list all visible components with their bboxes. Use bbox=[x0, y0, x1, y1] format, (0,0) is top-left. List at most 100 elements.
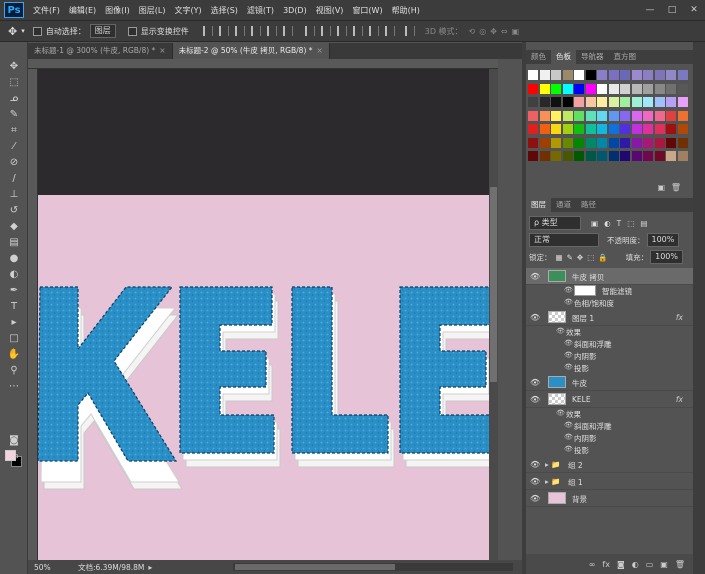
trash-icon[interactable]: 🗑 bbox=[671, 183, 681, 192]
visibility-eye-icon[interactable]: 👁 bbox=[564, 433, 573, 441]
layer-effect-item[interactable]: 👁 斜面和浮雕 bbox=[526, 338, 693, 350]
filter-adjust-icon[interactable]: ◐ bbox=[604, 219, 611, 228]
color-swatch[interactable] bbox=[574, 97, 584, 107]
quick-select-tool-icon[interactable]: ✎ bbox=[6, 108, 22, 122]
lock-pixels-icon[interactable]: ✎ bbox=[567, 253, 573, 262]
color-swatch[interactable] bbox=[585, 70, 596, 80]
lock-all-icon[interactable]: 🔒 bbox=[598, 253, 607, 262]
menu-select[interactable]: 选择(S) bbox=[211, 5, 238, 16]
color-swatch[interactable] bbox=[666, 151, 676, 161]
layer-row[interactable]: 👁 KELE fx bbox=[526, 391, 693, 408]
layer-row[interactable]: 👁 背景 bbox=[526, 490, 693, 507]
color-swatch[interactable] bbox=[631, 70, 642, 80]
color-swatch[interactable] bbox=[608, 97, 619, 107]
align-left-icon[interactable] bbox=[250, 26, 261, 36]
distribute-bottom-icon[interactable] bbox=[336, 26, 347, 36]
layer-row[interactable]: 👁 牛皮 拷贝 bbox=[526, 268, 693, 285]
filter-pixel-icon[interactable]: ▣ bbox=[591, 219, 598, 228]
color-swatch[interactable] bbox=[677, 137, 688, 148]
align-bottom-icon[interactable] bbox=[234, 26, 245, 36]
visibility-eye-icon[interactable]: 👁 bbox=[556, 409, 565, 417]
color-swatch[interactable] bbox=[551, 151, 561, 161]
type-tool-icon[interactable]: T bbox=[6, 300, 22, 314]
color-swatch[interactable] bbox=[528, 83, 538, 94]
tab-swatches[interactable]: 色板 bbox=[551, 50, 576, 64]
tab-navigator[interactable]: 导航器 bbox=[576, 50, 609, 64]
color-swatch[interactable] bbox=[608, 110, 619, 121]
color-swatch[interactable] bbox=[666, 83, 676, 94]
color-swatch[interactable] bbox=[539, 97, 550, 107]
color-swatch[interactable] bbox=[574, 124, 584, 134]
crop-tool-icon[interactable]: ⌗ bbox=[6, 124, 22, 138]
filter-type-icon[interactable]: T bbox=[617, 219, 622, 228]
color-swatch[interactable] bbox=[631, 151, 642, 161]
color-swatch[interactable] bbox=[551, 70, 561, 80]
visibility-eye-icon[interactable]: 👁 bbox=[530, 460, 540, 469]
color-swatch[interactable] bbox=[574, 151, 584, 161]
menu-view[interactable]: 视图(V) bbox=[316, 5, 344, 16]
color-swatch[interactable] bbox=[620, 70, 630, 80]
color-swatch[interactable] bbox=[539, 151, 550, 161]
align-hcenter-icon[interactable] bbox=[266, 26, 277, 36]
color-swatch[interactable] bbox=[677, 110, 688, 121]
dodge-tool-icon[interactable]: ◐ bbox=[6, 268, 22, 282]
canvas-vertical-scrollbar[interactable] bbox=[489, 69, 498, 560]
color-swatch[interactable] bbox=[539, 83, 550, 94]
color-swatch[interactable] bbox=[666, 137, 676, 148]
color-swatch[interactable] bbox=[631, 137, 642, 148]
new-layer-icon[interactable]: ▣ bbox=[660, 560, 668, 569]
color-swatch[interactable] bbox=[551, 137, 561, 148]
color-swatch[interactable] bbox=[666, 97, 676, 107]
color-swatch[interactable] bbox=[631, 110, 642, 121]
color-swatch[interactable] bbox=[574, 137, 584, 148]
menu-window[interactable]: 窗口(W) bbox=[352, 5, 382, 16]
layer-fx-badge[interactable]: fx bbox=[676, 395, 683, 404]
color-swatch[interactable] bbox=[643, 137, 653, 148]
visibility-eye-icon[interactable]: 👁 bbox=[530, 395, 540, 404]
color-swatch[interactable] bbox=[631, 83, 642, 94]
color-swatch[interactable] bbox=[562, 124, 573, 134]
gradient-tool-icon[interactable]: ▤ bbox=[6, 236, 22, 250]
color-swatch[interactable] bbox=[608, 124, 619, 134]
visibility-eye-icon[interactable]: 👁 bbox=[530, 477, 540, 486]
lock-artboard-icon[interactable]: ⬚ bbox=[587, 253, 594, 262]
layer-effect-item[interactable]: 👁 斜面和浮雕 bbox=[526, 420, 693, 432]
folder-icon[interactable]: ▸ 📁 bbox=[545, 460, 561, 469]
layer-effect-item[interactable]: 👁 内阴影 bbox=[526, 350, 693, 362]
distribute-vcenter-icon[interactable] bbox=[320, 26, 331, 36]
visibility-eye-icon[interactable]: 👁 bbox=[556, 327, 565, 335]
blur-tool-icon[interactable]: ● bbox=[6, 252, 22, 266]
visibility-eye-icon[interactable]: 👁 bbox=[564, 339, 573, 347]
color-swatch[interactable] bbox=[677, 97, 688, 107]
visibility-eye-icon[interactable]: 👁 bbox=[530, 272, 540, 281]
3d-roll-icon[interactable]: ◎ bbox=[479, 27, 486, 36]
visibility-eye-icon[interactable]: 👁 bbox=[530, 494, 540, 503]
menu-type[interactable]: 文字(Y) bbox=[174, 5, 201, 16]
add-style-icon[interactable]: fx bbox=[602, 560, 610, 569]
hand-tool-icon[interactable]: ✋ bbox=[6, 348, 22, 362]
close-tab-icon[interactable]: × bbox=[317, 46, 323, 55]
close-button[interactable]: ✕ bbox=[683, 0, 705, 20]
color-swatch[interactable] bbox=[551, 110, 561, 121]
color-swatch[interactable] bbox=[677, 124, 688, 134]
color-swatch[interactable] bbox=[597, 110, 607, 121]
color-swatch[interactable] bbox=[528, 137, 538, 148]
distribute-top-icon[interactable] bbox=[304, 26, 315, 36]
color-swatch[interactable] bbox=[551, 124, 561, 134]
color-swatch[interactable] bbox=[620, 110, 630, 121]
layer-filter-dropdown[interactable]: ρ 类型 bbox=[529, 216, 581, 230]
color-swatch[interactable] bbox=[562, 97, 573, 107]
visibility-eye-icon[interactable]: 👁 bbox=[564, 421, 573, 429]
color-swatch[interactable] bbox=[631, 124, 642, 134]
layer-effect-item[interactable]: 👁 色相/饱和度 bbox=[526, 297, 693, 309]
color-swatch[interactable] bbox=[620, 97, 630, 107]
visibility-eye-icon[interactable]: 👁 bbox=[564, 363, 573, 371]
color-swatch[interactable] bbox=[654, 110, 665, 121]
color-swatch[interactable] bbox=[608, 151, 619, 161]
align-top-icon[interactable] bbox=[202, 26, 213, 36]
opacity-field[interactable]: 100% bbox=[646, 233, 680, 247]
layer-effect-item[interactable]: 👁 智能滤镜 bbox=[526, 285, 693, 297]
chevron-right-icon[interactable]: ▸ bbox=[148, 563, 152, 572]
align-vcenter-icon[interactable] bbox=[218, 26, 229, 36]
color-swatch[interactable] bbox=[677, 70, 688, 80]
